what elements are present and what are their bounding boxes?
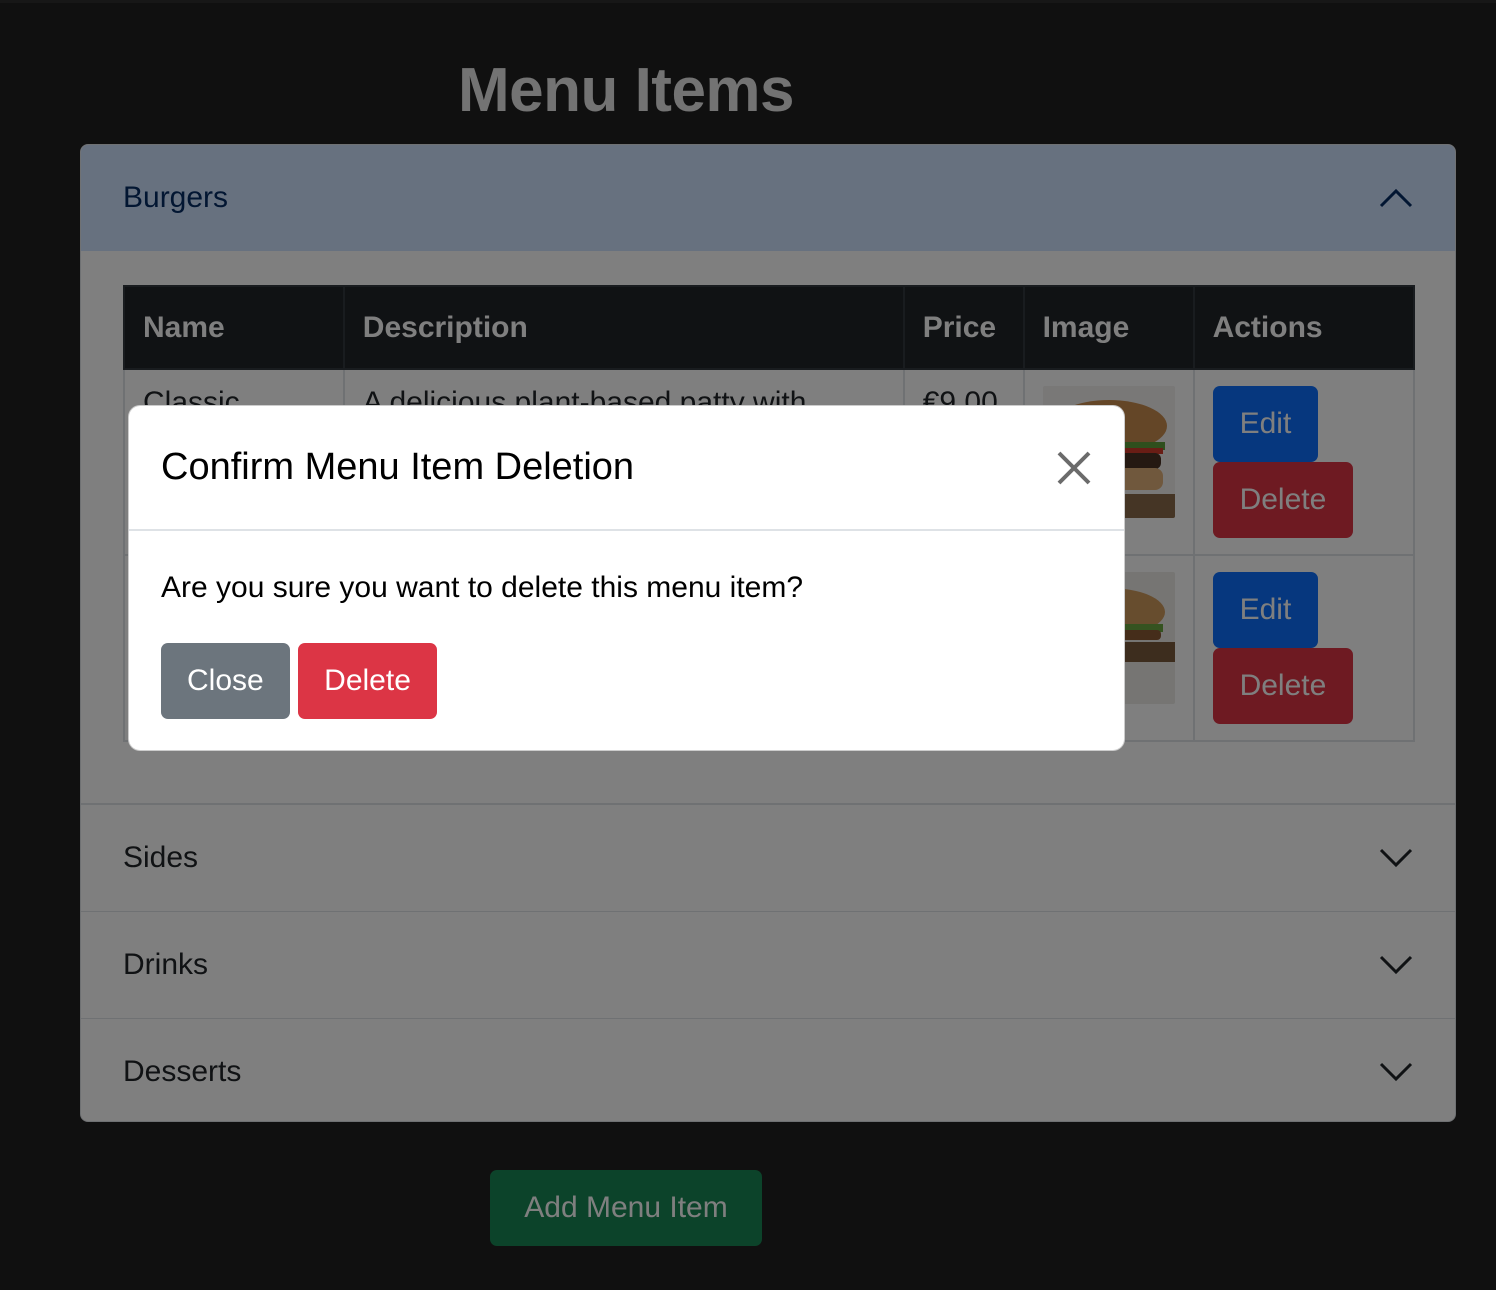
close-button[interactable]: Close — [161, 643, 290, 719]
confirm-delete-button[interactable]: Delete — [298, 643, 437, 719]
modal-actions: Close Delete — [161, 643, 1092, 719]
confirm-delete-modal: Confirm Menu Item Deletion Are you sure … — [128, 405, 1125, 751]
close-icon[interactable] — [1056, 450, 1092, 486]
modal-message: Are you sure you want to delete this men… — [161, 571, 804, 604]
modal-body: Are you sure you want to delete this men… — [129, 531, 1124, 759]
modal-header: Confirm Menu Item Deletion — [129, 406, 1124, 531]
modal-title: Confirm Menu Item Deletion — [161, 446, 635, 488]
